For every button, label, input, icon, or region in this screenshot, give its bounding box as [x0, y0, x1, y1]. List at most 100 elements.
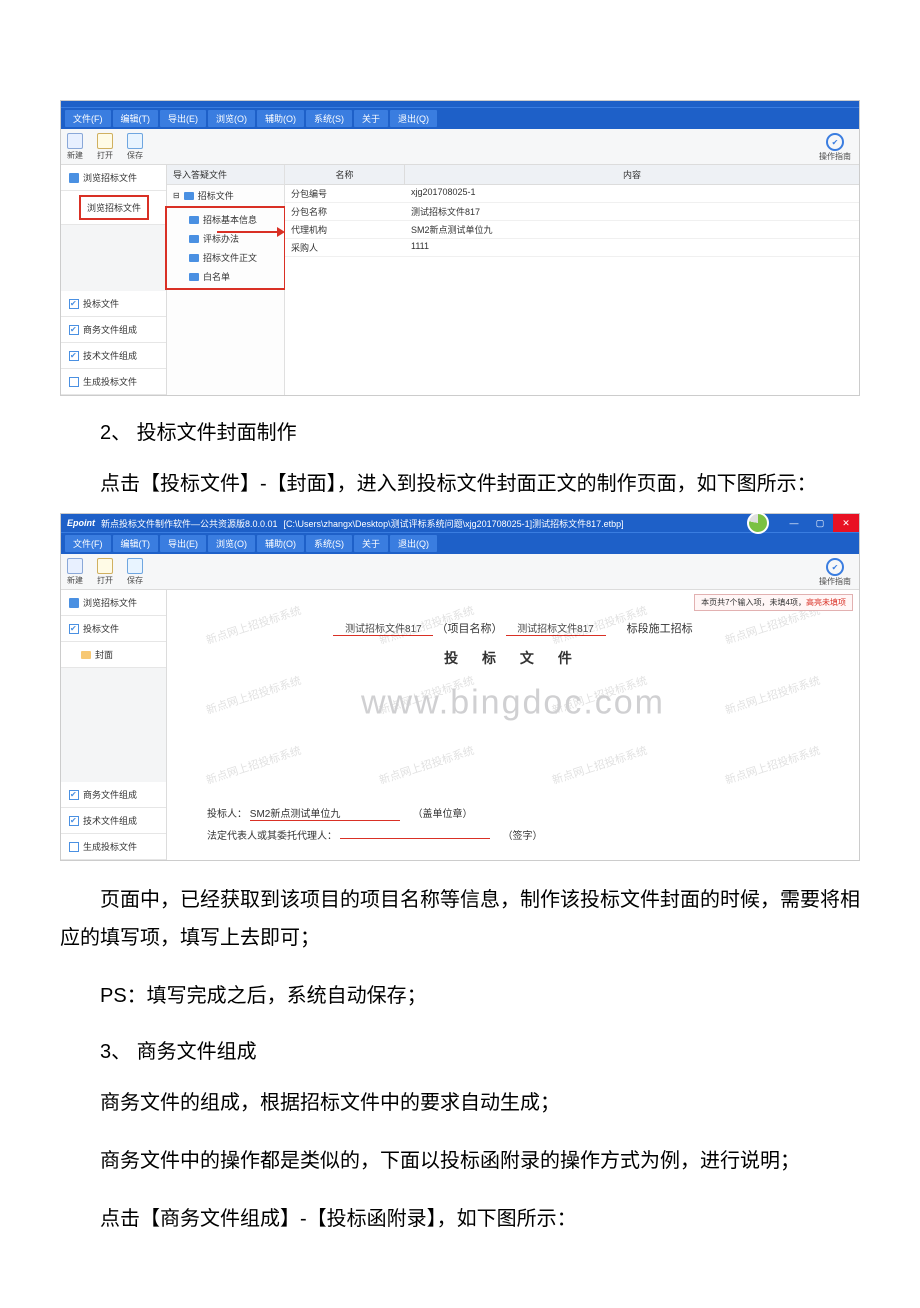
menu-export[interactable]: 导出(E) — [160, 535, 206, 552]
after-2-p2: PS：填写完成之后，系统自动保存； — [0, 967, 920, 1025]
menu-export[interactable]: 导出(E) — [160, 110, 206, 127]
minus-icon: ⊟ — [173, 191, 180, 200]
nav-browse-bid[interactable]: 浏览招标文件 — [61, 590, 166, 616]
section-suffix: 标段施工招标 — [627, 623, 693, 635]
import-qa-button[interactable]: 导入答疑文件 — [167, 165, 284, 185]
check-icon — [69, 790, 79, 800]
folder-icon — [189, 216, 199, 224]
menu-browse[interactable]: 浏览(O) — [208, 535, 255, 552]
tree-node-basic[interactable]: 招标基本信息 — [169, 210, 282, 229]
nav-label: 浏览招标文件 — [87, 203, 141, 213]
section-3-p2: 商务文件中的操作都是类似的，下面以投标函附录的操作方式为例，进行说明； — [0, 1132, 920, 1190]
file-path: [C:\Users\zhangx\Desktop\测试评标系统问题\xjg201… — [284, 517, 624, 530]
toolbar-2: 新建 打开 保存 ✔ 操作指南 — [61, 554, 859, 590]
app-brand: Epoint — [67, 518, 95, 528]
project-name-input-2[interactable]: 测试招标文件817 — [506, 620, 606, 636]
doc-icon — [69, 173, 79, 183]
new-label: 新建 — [67, 150, 83, 161]
nav-browse-bid-sub[interactable]: 浏览招标文件 — [61, 191, 166, 225]
nav-label: 商务文件组成 — [83, 788, 137, 801]
menu-assist[interactable]: 辅助(O) — [257, 110, 304, 127]
remaining-fields-tip: 本页共7个输入项，未填4项，高亮未填项 — [694, 594, 853, 611]
menubar: 文件(F) 编辑(T) 导出(E) 浏览(O) 辅助(O) 系统(S) 关于 退… — [61, 107, 859, 129]
check-icon — [69, 624, 79, 634]
folder-icon — [184, 192, 194, 200]
tree-root[interactable]: ⊟ 招标文件 — [167, 185, 284, 206]
nav-label: 技术文件组成 — [83, 349, 137, 362]
menu-assist[interactable]: 辅助(O) — [257, 535, 304, 552]
new-label: 新建 — [67, 575, 83, 586]
nav-commercial[interactable]: 商务文件组成 — [61, 317, 166, 343]
menu-system[interactable]: 系统(S) — [306, 110, 352, 127]
help-guide-button[interactable]: ✔ 操作指南 — [819, 558, 851, 587]
save-icon — [127, 133, 143, 149]
help-guide-button[interactable]: ✔ 操作指南 — [819, 133, 851, 162]
new-icon — [67, 558, 83, 574]
nav-label: 生成投标文件 — [83, 840, 137, 853]
tree-node-whitelist[interactable]: 白名单 — [169, 267, 282, 286]
highlight-box: 浏览招标文件 — [79, 195, 149, 220]
side-nav-2: 浏览招标文件 投标文件 封面 商务文件组成 技术文件组成 生成投标文件 — [61, 590, 167, 860]
menu-exit[interactable]: 退出(Q) — [390, 535, 437, 552]
menu-about[interactable]: 关于 — [354, 535, 388, 552]
nav-bid-file[interactable]: 投标文件 — [61, 616, 166, 642]
sign-note: （签字） — [503, 831, 543, 842]
nav-label: 投标文件 — [83, 297, 119, 310]
side-nav: 浏览招标文件 浏览招标文件 投标文件 商务文件组成 技术文件组成 生成投标文件 — [61, 165, 167, 395]
toolbar: 新建 打开 保存 ✔ 操作指南 — [61, 129, 859, 165]
after-2-p1: 页面中，已经获取到该项目的项目名称等信息，制作该投标文件封面的时候，需要将相应的… — [0, 871, 920, 967]
legal-rep-input[interactable] — [340, 838, 490, 839]
cell-name: 采购人 — [285, 239, 405, 256]
new-button[interactable]: 新建 — [67, 558, 83, 586]
section-3-title: 3、 商务文件组成 — [0, 1025, 920, 1074]
check-icon — [69, 325, 79, 335]
minimize-button[interactable]: ― — [781, 514, 807, 532]
close-button[interactable]: ✕ — [833, 514, 859, 532]
nav-generate[interactable]: 生成投标文件 — [61, 369, 166, 395]
nav-label: 封面 — [95, 648, 113, 661]
titlebar: Epoint 新点投标文件制作软件—公共资源版8.0.0.01 [C:\User… — [61, 514, 859, 532]
section-3-p1: 商务文件的组成，根据招标文件中的要求自动生成； — [0, 1074, 920, 1132]
menu-browse[interactable]: 浏览(O) — [208, 110, 255, 127]
legal-rep-label: 法定代表人或其委托代理人： — [207, 831, 337, 842]
highlight-unfilled-link[interactable]: 高亮未填项 — [806, 598, 846, 607]
tree-node-body[interactable]: 招标文件正文 — [169, 248, 282, 267]
help-icon: ✔ — [826, 133, 844, 151]
cell-val: 测试招标文件817 — [405, 203, 859, 220]
nav-technical[interactable]: 技术文件组成 — [61, 808, 166, 834]
bidder-input[interactable]: SM2新点测试单位九 — [250, 805, 400, 821]
new-button[interactable]: 新建 — [67, 133, 83, 161]
cell-name: 分包名称 — [285, 203, 405, 220]
project-name-input-1[interactable]: 测试招标文件817 — [333, 620, 433, 636]
bidder-label: 投标人： — [207, 809, 247, 820]
menu-system[interactable]: 系统(S) — [306, 535, 352, 552]
nav-cover[interactable]: 封面 — [61, 642, 166, 668]
col-name: 名称 — [285, 165, 405, 184]
save-button[interactable]: 保存 — [127, 133, 143, 161]
menu-edit[interactable]: 编辑(T) — [113, 535, 159, 552]
save-button[interactable]: 保存 — [127, 558, 143, 586]
open-button[interactable]: 打开 — [97, 133, 113, 161]
nav-bid-file[interactable]: 投标文件 — [61, 291, 166, 317]
stamp-note: （盖单位章） — [413, 809, 473, 820]
folder-icon — [189, 254, 199, 262]
save-icon — [127, 558, 143, 574]
menu-edit[interactable]: 编辑(T) — [113, 110, 159, 127]
open-button[interactable]: 打开 — [97, 558, 113, 586]
tree-label: 招标文件 — [198, 189, 234, 202]
menu-file[interactable]: 文件(F) — [65, 535, 111, 552]
app-title: 新点投标文件制作软件—公共资源版8.0.0.01 — [101, 517, 278, 530]
tree-label: 白名单 — [203, 270, 230, 283]
table-header: 名称 内容 — [285, 165, 859, 185]
menu-file[interactable]: 文件(F) — [65, 110, 111, 127]
tree-label: 招标基本信息 — [203, 213, 257, 226]
nav-technical[interactable]: 技术文件组成 — [61, 343, 166, 369]
maximize-button[interactable]: ▢ — [807, 514, 833, 532]
help-icon: ✔ — [826, 558, 844, 576]
nav-generate[interactable]: 生成投标文件 — [61, 834, 166, 860]
nav-browse-bid[interactable]: 浏览招标文件 — [61, 165, 166, 191]
menu-about[interactable]: 关于 — [354, 110, 388, 127]
nav-commercial[interactable]: 商务文件组成 — [61, 782, 166, 808]
cpu-gauge-icon — [747, 512, 769, 534]
menu-exit[interactable]: 退出(Q) — [390, 110, 437, 127]
